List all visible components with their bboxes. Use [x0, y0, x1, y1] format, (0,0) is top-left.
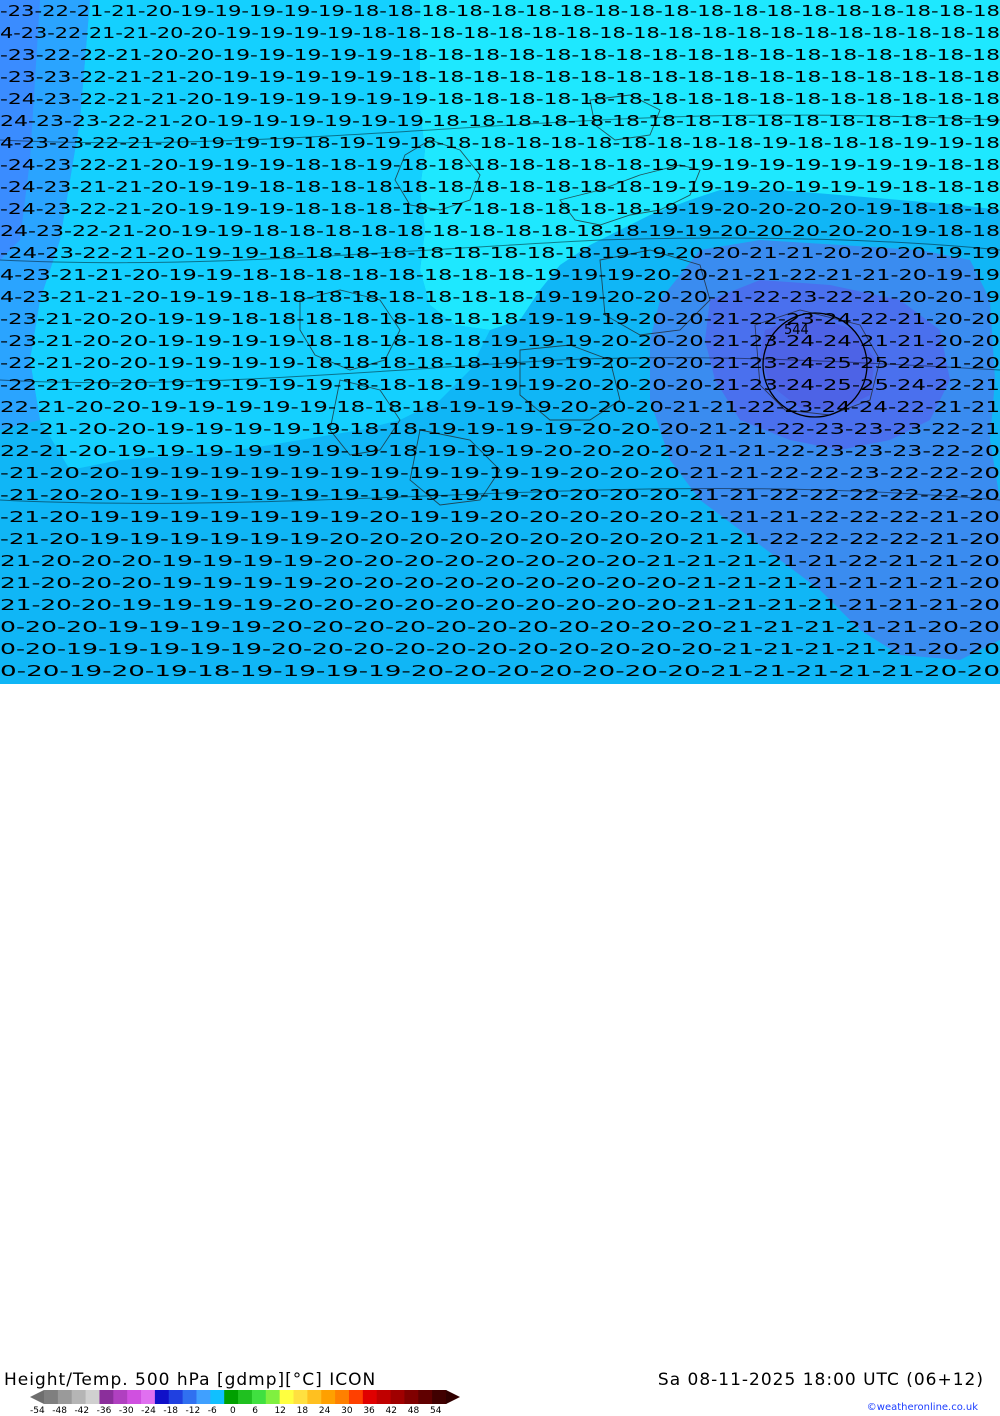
temperature-label-row: -24-23-22-21-20-19-19-19-18-18-19-18-18-… [0, 156, 1000, 174]
temperature-label-row: 0-20-19-19-19-19-19-20-20-20-20-20-20-20… [0, 640, 1000, 658]
temperature-label-row: -21-20-19-19-19-19-19-19-20-20-20-20-20-… [0, 530, 1000, 548]
scale-swatch [279, 1390, 295, 1404]
scale-tick-label: 42 [385, 1406, 397, 1416]
scale-swatch [307, 1390, 322, 1404]
footer: Height/Temp. 500 hPa [gdmp][°C] ICON Sa … [0, 684, 1000, 1416]
scale-swatch [265, 1390, 281, 1404]
temperature-label-row: -23-22-22-21-20-20-19-19-19-19-19-18-18-… [0, 46, 1000, 64]
scale-tick-label: -24 [141, 1406, 156, 1416]
scale-tick-label: 18 [296, 1406, 309, 1416]
scale-swatch [85, 1390, 100, 1404]
scale-swatch [154, 1390, 170, 1404]
temperature-label-row: 4-23-21-21-20-19-19-18-18-18-18-18-18-18… [0, 266, 1000, 284]
scale-tick-label: -54 [30, 1406, 45, 1416]
temperature-label-row: -23-23-22-21-21-20-19-19-19-19-19-18-18-… [0, 68, 1000, 86]
scale-swatch [404, 1390, 419, 1404]
temperature-label-row: 21-20-20-20-19-19-19-19-20-20-20-20-20-2… [0, 574, 1000, 592]
temperature-label-row: -23-21-20-20-19-19-18-18-18-18-18-18-18-… [0, 310, 1000, 328]
temperature-label-row: -21-20-19-19-19-19-19-19-19-20-19-19-20-… [0, 508, 1000, 526]
temperature-label-row: 22-21-20-19-19-19-19-19-19-19-18-19-19-1… [0, 442, 1000, 460]
scale-swatch [390, 1390, 405, 1404]
scale-swatch [57, 1390, 73, 1404]
temperature-label-row: 4-23-22-21-21-20-20-19-19-19-19-18-18-18… [0, 24, 1000, 42]
temperature-label-row: 21-20-20-19-19-19-19-20-20-20-20-20-20-2… [0, 596, 1000, 614]
scale-swatch [321, 1390, 336, 1404]
scale-tick-label: -48 [52, 1406, 67, 1416]
scale-tick-label: 36 [363, 1406, 375, 1416]
scale-tick-label: 6 [252, 1406, 258, 1416]
scale-swatch [251, 1390, 267, 1404]
map-valid-time: Sa 08-11-2025 18:00 UTC (06+12) [657, 1370, 984, 1390]
scale-swatch [362, 1390, 378, 1404]
scale-swatch [141, 1390, 156, 1404]
temperature-label-row: -23-22-21-21-20-19-19-19-19-19-18-18-18-… [0, 2, 1000, 20]
scale-swatch [348, 1390, 364, 1404]
scale-swatch [293, 1390, 308, 1404]
weather-map: 544 -23-22-21-21-20-19-19-19-19-19-18-18… [0, 0, 1000, 684]
temperature-label-row: 24-23-23-22-21-20-19-19-19-19-19-19-18-1… [0, 112, 1000, 130]
scale-tick-label: -12 [185, 1406, 201, 1416]
scale-swatch [432, 1390, 447, 1404]
scale-swatch [335, 1390, 350, 1404]
scale-swatch [224, 1390, 239, 1404]
scale-tick-label: -18 [163, 1406, 179, 1416]
temperature-label-row: 22-21-20-20-19-19-19-19-19-18-18-18-19-1… [0, 398, 1000, 416]
temperature-label-row: -21-20-20-19-19-19-19-19-19-19-19-19-19-… [0, 464, 1000, 482]
temperature-label-row: -22-21-20-20-19-19-19-19-18-18-18-18-18-… [0, 354, 1000, 372]
scale-swatch [182, 1390, 197, 1404]
scale-tick-label: 54 [430, 1406, 442, 1416]
scale-tick-label: 0 [230, 1406, 236, 1416]
scale-swatch [210, 1390, 225, 1404]
scale-swatch [418, 1390, 433, 1404]
scale-tick-label: -36 [96, 1406, 112, 1416]
temperature-label-row: 4-23-21-21-20-19-19-18-18-18-18-18-18-18… [0, 288, 1000, 306]
credit-link[interactable]: ©weatheronline.co.uk [867, 1402, 978, 1413]
scale-tick-label: 48 [407, 1406, 420, 1416]
scale-tick-label: -42 [74, 1406, 90, 1416]
scale-arrow-right [446, 1390, 460, 1404]
color-scale-bar [30, 1390, 460, 1404]
map-canvas: 544 -23-22-21-21-20-19-19-19-19-19-18-18… [0, 0, 1000, 684]
scale-tick-label: 30 [341, 1406, 353, 1416]
scale-swatch [196, 1390, 211, 1404]
temperature-label-row: -24-23-21-21-20-19-19-18-18-18-18-18-18-… [0, 178, 1000, 196]
map-title: Height/Temp. 500 hPa [gdmp][°C] ICON [4, 1370, 377, 1390]
scale-swatch [238, 1390, 253, 1404]
scale-swatch [376, 1390, 392, 1404]
temperature-label-row: 4-23-23-22-21-20-19-19-19-18-19-19-18-18… [0, 134, 1000, 152]
temperature-label-row: -24-23-22-21-20-19-19-18-18-18-18-18-18-… [0, 244, 1000, 262]
temperature-label-row: -24-23-22-21-21-20-19-19-19-19-19-19-18-… [0, 90, 1000, 108]
scale-arrow-left [30, 1390, 44, 1404]
scale-tick-label: 12 [274, 1406, 286, 1416]
temperature-label-row: 21-20-20-20-19-19-19-19-20-20-20-20-20-2… [0, 552, 1000, 570]
temperature-label-row: -24-23-22-21-20-19-19-19-18-18-18-18-17-… [0, 200, 1000, 218]
temperature-labels: -23-22-21-21-20-19-19-19-19-19-18-18-18-… [0, 2, 1000, 680]
scale-tick-label: 24 [318, 1406, 331, 1416]
temperature-label-row: 24-23-22-21-20-19-19-18-18-18-18-18-18-1… [0, 222, 1000, 240]
scale-tick-label: -6 [207, 1406, 217, 1416]
scale-swatch [168, 1390, 184, 1404]
scale-swatch [127, 1390, 142, 1404]
scale-swatch [99, 1390, 114, 1404]
temperature-label-row: 0-20-20-19-19-19-19-20-20-20-20-20-20-20… [0, 618, 1000, 636]
temperature-label-row: 22-21-20-20-19-19-19-19-19-18-18-19-19-1… [0, 420, 1000, 438]
temperature-label-row: -23-21-20-20-19-19-19-19-18-18-18-18-18-… [0, 332, 1000, 350]
scale-tick-label: -30 [118, 1406, 134, 1416]
scale-swatch [44, 1390, 59, 1404]
temperature-label-row: -22-21-20-20-19-19-19-19-19-18-18-18-19-… [0, 376, 1000, 394]
scale-swatch [113, 1390, 128, 1404]
temperature-label-row: 0-20-19-20-19-18-19-19-19-19-20-20-20-20… [0, 662, 1000, 680]
temperature-label-row: -21-20-20-19-19-19-19-19-19-19-19-19-19-… [0, 486, 1000, 504]
scale-swatch [71, 1390, 87, 1404]
